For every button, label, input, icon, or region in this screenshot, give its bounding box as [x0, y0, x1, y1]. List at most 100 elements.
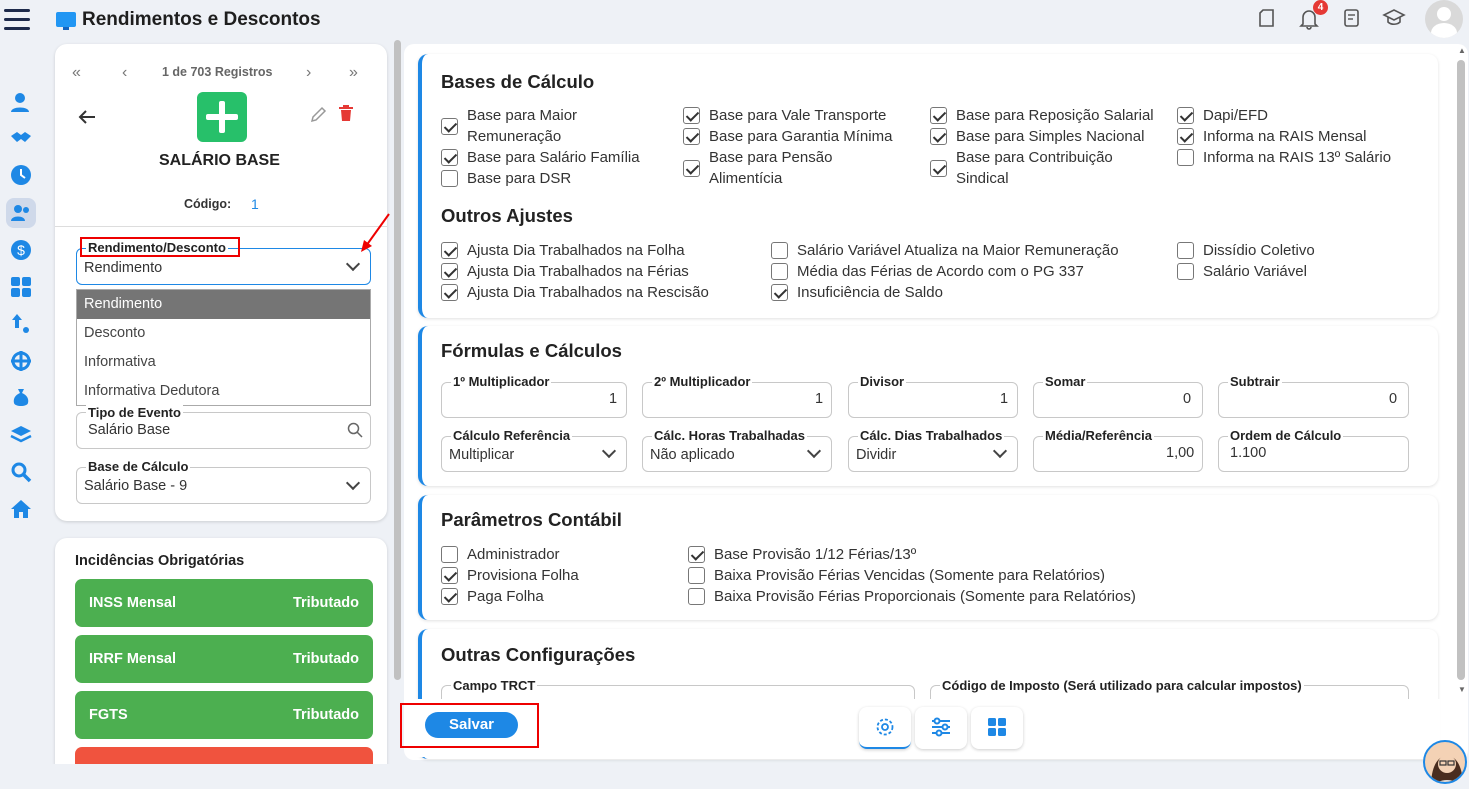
checkbox[interactable] [771, 284, 788, 301]
checkbox-label: Dissídio Coletivo [1203, 242, 1315, 259]
checkbox[interactable] [771, 263, 788, 280]
field-label: Divisor [858, 374, 907, 389]
left-scrollbar[interactable] [394, 40, 401, 680]
checkbox-label: Base Provisão 1/12 Férias/13º [714, 546, 917, 563]
checkbox[interactable] [441, 284, 458, 301]
red-arrow [358, 212, 392, 257]
home-icon[interactable] [9, 497, 33, 521]
checkbox[interactable] [930, 160, 947, 177]
formulas-title: Fórmulas e Cálculos [441, 340, 622, 361]
checkbox[interactable] [441, 588, 458, 605]
calculator-icon[interactable] [9, 275, 33, 299]
network-icon[interactable] [9, 349, 33, 373]
menu-icon[interactable] [4, 9, 30, 33]
people-icon[interactable] [9, 201, 33, 225]
user-avatar[interactable] [1425, 0, 1463, 38]
bases-title: Bases de Cálculo [441, 71, 595, 92]
next-page-button[interactable]: › [306, 64, 311, 82]
settings-tab[interactable] [859, 707, 911, 749]
dropdown-option[interactable]: Informativa [77, 348, 370, 377]
divider [55, 226, 387, 227]
person-add-icon[interactable] [9, 90, 33, 114]
incidencia-item-partial [75, 747, 373, 765]
calculator-tab[interactable] [971, 707, 1023, 749]
checkbox[interactable] [1177, 242, 1194, 259]
document-icon[interactable] [1256, 8, 1278, 30]
checkbox[interactable] [441, 263, 458, 280]
field-label: Somar [1043, 374, 1088, 389]
checkbox[interactable] [683, 107, 700, 124]
checkbox-label: Base para Salário Família [467, 149, 640, 166]
checkbox-label: Insuficiência de Saldo [797, 284, 943, 301]
highlight-box [400, 703, 539, 748]
code-value: 1 [251, 196, 259, 212]
checkbox-label: Baixa Provisão Férias Proporcionais (Som… [714, 588, 1136, 605]
field-label: Cálculo Referência [451, 428, 573, 443]
checkbox[interactable] [441, 567, 458, 584]
monitor-icon [56, 12, 76, 30]
dropdown-option[interactable]: Desconto [77, 319, 370, 348]
contabil-title: Parâmetros Contábil [441, 509, 622, 530]
upload-person-icon[interactable] [9, 312, 33, 336]
checkbox[interactable] [771, 242, 788, 259]
checkbox[interactable] [930, 107, 947, 124]
checkbox-label: Base para Reposição Salarial [956, 107, 1154, 124]
right-scrollbar[interactable] [1457, 60, 1465, 680]
trash-icon[interactable] [338, 104, 354, 125]
checkbox[interactable] [441, 149, 458, 166]
field-value: 1,00 [1166, 445, 1195, 461]
pager-text: 1 de 703 Registros [162, 65, 273, 79]
checkbox[interactable] [688, 546, 705, 563]
checkbox[interactable] [688, 588, 705, 605]
field-label: Campo TRCT [451, 678, 538, 693]
search-icon[interactable] [347, 422, 363, 441]
checkbox[interactable] [441, 242, 458, 259]
checkbox[interactable] [1177, 263, 1194, 280]
dropdown-option[interactable]: Informativa Dedutora [77, 377, 370, 406]
checkbox[interactable] [441, 118, 458, 135]
last-page-button[interactable]: » [349, 64, 358, 82]
checkbox[interactable] [1177, 107, 1194, 124]
field-label: Subtrair [1228, 374, 1282, 389]
handshake-icon[interactable] [9, 126, 33, 150]
checkbox[interactable] [930, 128, 947, 145]
scroll-down-arrow[interactable]: ▼ [1458, 685, 1466, 694]
checkbox[interactable] [688, 567, 705, 584]
dollar-icon[interactable]: $ [9, 238, 33, 262]
pencil-icon[interactable] [309, 106, 327, 127]
field-label: Cálc. Dias Trabalhados [858, 428, 1005, 443]
graduation-cap-icon[interactable] [1381, 8, 1407, 30]
ajustes-title: Outros Ajustes [441, 205, 573, 226]
code-label: Código: [184, 197, 232, 211]
checkbox[interactable] [441, 546, 458, 563]
checkbox[interactable] [683, 160, 700, 177]
dropdown-option[interactable]: Rendimento [77, 290, 370, 319]
checkbox-label: Base para DSR [467, 170, 572, 187]
first-page-button[interactable]: « [72, 64, 81, 82]
prev-page-button[interactable]: ‹ [122, 64, 127, 82]
outras-title: Outras Configurações [441, 644, 636, 665]
tipo-value: Rendimento [84, 260, 163, 276]
assistant-avatar[interactable] [1423, 740, 1467, 784]
incidencia-item: INSS Mensal Tributado [75, 579, 373, 627]
scroll-up-arrow[interactable]: ▲ [1458, 46, 1466, 55]
checkbox-label: Média das Férias de Acordo com o PG 337 [797, 263, 1084, 280]
checkbox[interactable] [1177, 149, 1194, 166]
field-value: 0 [1389, 391, 1398, 407]
checkbox-label: Administrador [467, 546, 560, 563]
field-label: 1º Multiplicador [451, 374, 552, 389]
checkbox-label: Informa na RAIS Mensal [1203, 128, 1367, 145]
checkbox[interactable] [683, 128, 700, 145]
incidencias-title: Incidências Obrigatórias [75, 553, 245, 569]
report-icon[interactable] [1341, 8, 1363, 30]
back-arrow-icon[interactable] [78, 109, 96, 128]
money-bag-icon[interactable] [9, 386, 33, 410]
sliders-tab[interactable] [915, 707, 967, 749]
clock-icon[interactable] [9, 163, 33, 187]
checkbox[interactable] [1177, 128, 1194, 145]
checkbox-label: Ajusta Dia Trabalhados na Folha [467, 242, 685, 259]
layers-icon[interactable] [9, 423, 33, 447]
search-icon[interactable] [9, 460, 33, 484]
checkbox[interactable] [441, 170, 458, 187]
checkbox-label: Base para Maior Remuneração [467, 107, 578, 145]
